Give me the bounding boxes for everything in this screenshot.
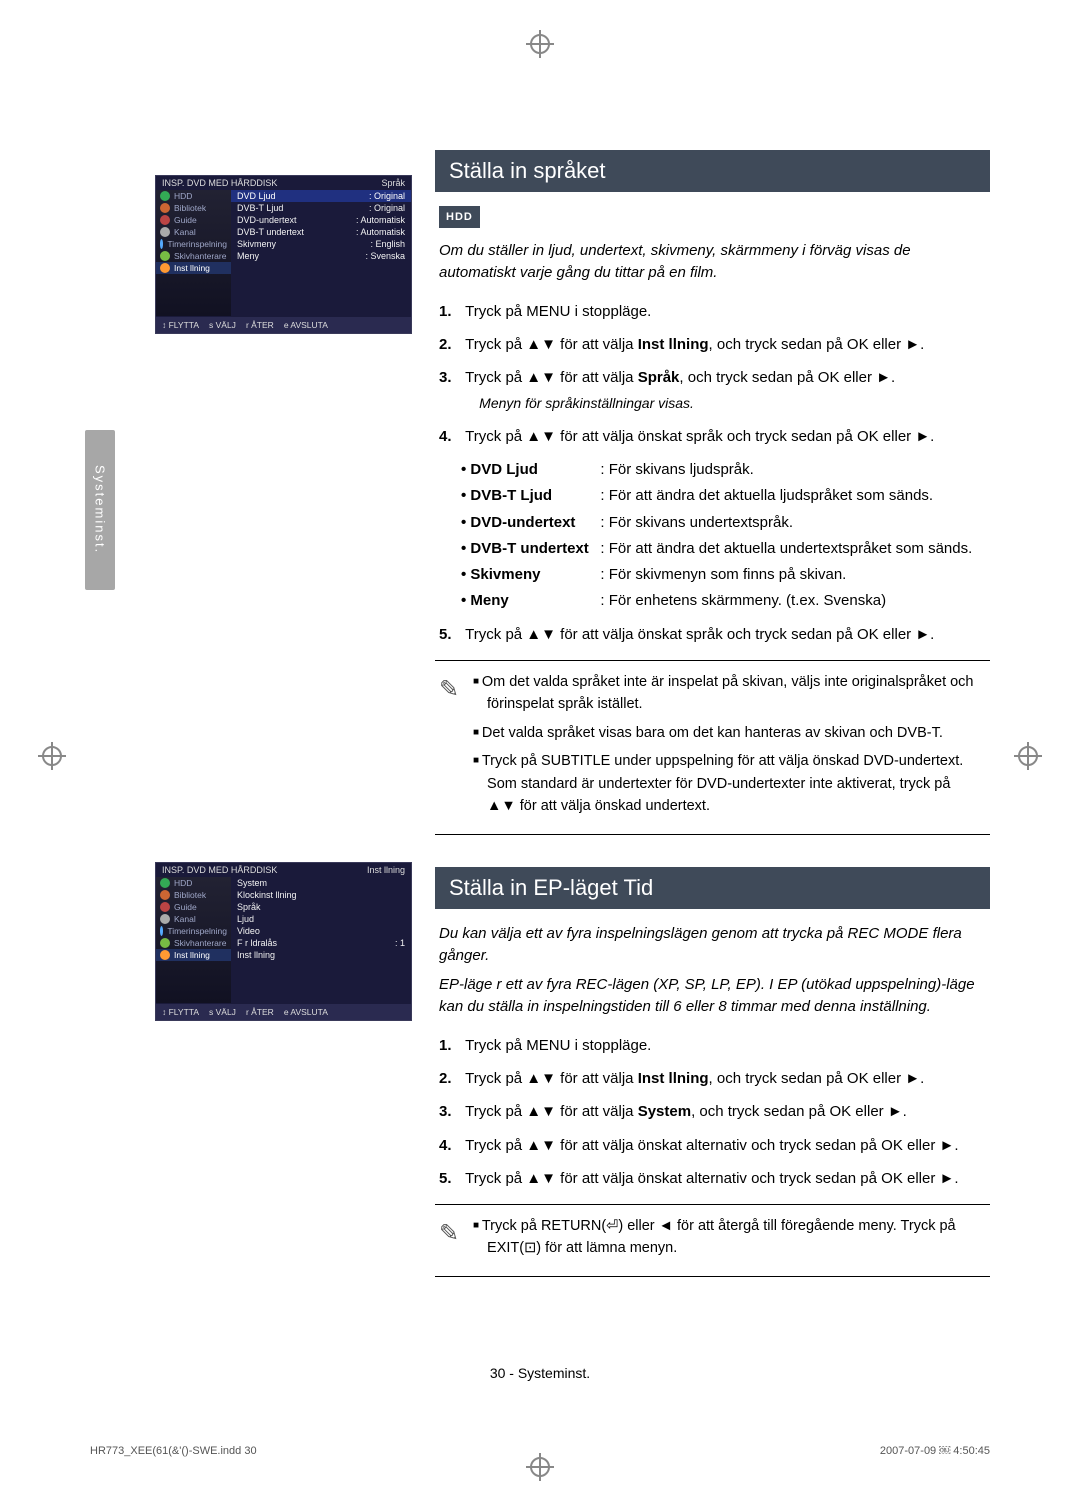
- osd-footer: ↕ FLYTTA s VÄLJ r ÅTER e AVSLUTA: [156, 317, 411, 333]
- osd-list: DVD Ljud: Original DVB-T Ljud: Original …: [231, 190, 411, 316]
- step2-1: 1. Tryck på MENU i stoppläge.: [439, 1034, 990, 1057]
- osd-sidebar-item: Inst llning: [156, 949, 231, 961]
- osd-sidebar-item: Skivhanterare: [156, 250, 231, 262]
- osd-sidebar-item: Kanal: [156, 226, 231, 238]
- osd-row: DVB-T undertext: Automatisk: [231, 226, 411, 238]
- note-icon: ✎: [439, 1215, 467, 1252]
- osd-title-right: Språk: [381, 178, 405, 188]
- osd-row: DVD Ljud: Original: [231, 190, 411, 202]
- intro-text-2b: EP-läge r ett av fyra REC-lägen (XP, SP,…: [439, 974, 990, 1018]
- osd-sidebar-item: Inst llning: [156, 262, 231, 274]
- osd-sidebar-item: Bibliotek: [156, 202, 231, 214]
- crop-mark-top: [526, 30, 554, 58]
- osd-sidebar-item: Bibliotek: [156, 889, 231, 901]
- note-item: Om det valda språket inte är inspelat på…: [471, 671, 982, 716]
- osd-row: Ljud: [231, 913, 411, 925]
- osd-title-left: INSP. DVD MED HÅRDDISK: [162, 178, 277, 188]
- step-5: 5. Tryck på ▲▼ för att välja önskat språ…: [439, 623, 990, 646]
- footer-date: 2007-07-09 ￼ 4:50:45: [880, 1445, 990, 1457]
- osd-title-left: INSP. DVD MED HÅRDDISK: [162, 865, 277, 875]
- osd-sidebar-item: Guide: [156, 901, 231, 913]
- osd-row: Meny: Svenska: [231, 250, 411, 262]
- osd-sidebar-item: Skivhanterare: [156, 937, 231, 949]
- step2-2: 2. Tryck på ▲▼ för att välja Inst llning…: [439, 1067, 990, 1090]
- step-1: 1. Tryck på MENU i stoppläge.: [439, 300, 990, 323]
- step2-4: 4. Tryck på ▲▼ för att välja önskat alte…: [439, 1134, 990, 1157]
- step-4: 4. Tryck på ▲▼ för att välja önskat språ…: [439, 425, 990, 448]
- step2-3: 3. Tryck på ▲▼ för att välja System, och…: [439, 1100, 990, 1123]
- language-option-list: • DVD Ljud: För skivans ljudspråk. • DVB…: [461, 458, 990, 613]
- osd-row: System: [231, 877, 411, 889]
- step-3: 3. Tryck på ▲▼ för att välja Språk, och …: [439, 366, 990, 415]
- osd-screenshot-ep-mode: INSP. DVD MED HÅRDDISK Inst llning HDD B…: [155, 862, 412, 1021]
- osd-row: Skivmeny: English: [231, 238, 411, 250]
- osd-list: System Klockinst llning Språk Ljud Video…: [231, 877, 411, 1003]
- osd-screenshot-language: INSP. DVD MED HÅRDDISK Språk HDD Bibliot…: [155, 175, 412, 334]
- osd-row: F r ldralås: 1: [231, 937, 411, 949]
- osd-sidebar-item: Timerinspelning: [156, 238, 231, 250]
- crop-mark-left: [38, 742, 66, 770]
- osd-title-right: Inst llning: [367, 865, 405, 875]
- crop-mark-right: [1014, 742, 1042, 770]
- note-box-2: ✎ Tryck på RETURN(⏎) eller ◄ för att åte…: [435, 1204, 990, 1277]
- osd-row: Video: [231, 925, 411, 937]
- step2-5: 5. Tryck på ▲▼ för att välja önskat alte…: [439, 1167, 990, 1190]
- osd-sidebar-item: Guide: [156, 214, 231, 226]
- osd-sidebar-item: HDD: [156, 190, 231, 202]
- osd-footer: ↕ FLYTTA s VÄLJ r ÅTER e AVSLUTA: [156, 1004, 411, 1020]
- footer-file: HR773_XEE(61(&'()-SWE.indd 30: [90, 1445, 257, 1457]
- crop-mark-bottom: [526, 1453, 554, 1481]
- osd-sidebar: HDD Bibliotek Guide Kanal Timerinspelnin…: [156, 190, 231, 316]
- step-3-detail: Menyn för språkinställningar visas.: [479, 393, 986, 415]
- osd-sidebar-item: Timerinspelning: [156, 925, 231, 937]
- note-item: Tryck på RETURN(⏎) eller ◄ för att återg…: [471, 1215, 982, 1260]
- osd-row: Språk: [231, 901, 411, 913]
- osd-sidebar: HDD Bibliotek Guide Kanal Timerinspelnin…: [156, 877, 231, 1003]
- note-item: Det valda språket visas bara om det kan …: [471, 722, 982, 744]
- note-box-1: ✎ Om det valda språket inte är inspelat …: [435, 660, 990, 835]
- section-heading-language: Ställa in språket: [435, 150, 990, 192]
- intro-text-2a: Du kan välja ett av fyra inspelningsläge…: [439, 923, 990, 967]
- section-heading-ep-mode: Ställa in EP-läget Tid: [435, 867, 990, 909]
- osd-row: Klockinst llning: [231, 889, 411, 901]
- osd-row: Inst llning: [231, 949, 411, 961]
- page-number: 30 - Systeminst.: [490, 1365, 590, 1381]
- osd-sidebar-item: Kanal: [156, 913, 231, 925]
- note-icon: ✎: [439, 671, 467, 708]
- print-footer: HR773_XEE(61(&'()-SWE.indd 30 2007-07-09…: [90, 1445, 990, 1457]
- side-tab: Systeminst.: [85, 430, 115, 590]
- note-item: Tryck på SUBTITLE under uppspelning för …: [471, 750, 982, 817]
- media-badge-row: HDD: [439, 206, 990, 228]
- media-badge-hdd: HDD: [439, 206, 480, 228]
- step-2: 2. Tryck på ▲▼ för att välja Inst llning…: [439, 333, 990, 356]
- intro-text: Om du ställer in ljud, undertext, skivme…: [439, 240, 990, 284]
- osd-row: DVD-undertext: Automatisk: [231, 214, 411, 226]
- osd-sidebar-item: HDD: [156, 877, 231, 889]
- osd-row: DVB-T Ljud: Original: [231, 202, 411, 214]
